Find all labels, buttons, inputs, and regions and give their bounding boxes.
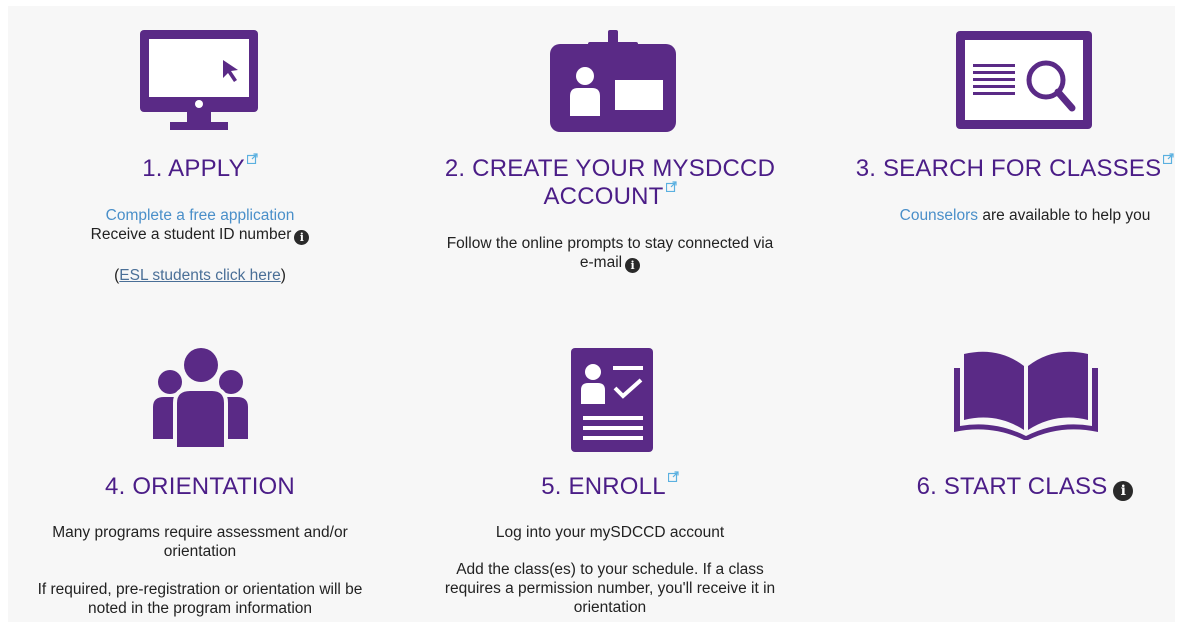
step-2-title-line2[interactable]: ACCOUNT	[543, 183, 663, 210]
step-4-title[interactable]: 4. ORIENTATION	[80, 473, 320, 501]
student-id-text: Receive a student ID number	[90, 226, 292, 243]
id-badge-icon	[550, 30, 676, 132]
step-2-title-line1[interactable]: 2. CREATE YOUR MYSDCCD	[420, 155, 800, 183]
step-6-title[interactable]: 6. START CLASS i	[890, 473, 1160, 501]
computer-monitor-icon	[140, 30, 258, 130]
group-people-icon	[153, 348, 248, 451]
info-icon[interactable]: i	[1113, 481, 1134, 501]
step-3-title[interactable]: 3. SEARCH FOR CLASSES	[840, 153, 1181, 183]
step-5-title-text[interactable]: 5. ENROLL	[541, 473, 666, 500]
info-icon[interactable]: i	[294, 230, 310, 245]
counselors-link[interactable]: Counselors	[900, 207, 978, 224]
step-2-title[interactable]: 2. CREATE YOUR MYSDCCD ACCOUNT	[420, 155, 800, 211]
step-4-description: Many programs require assessment and/or …	[37, 524, 363, 617]
step-5-title[interactable]: 5. ENROLL	[510, 471, 710, 501]
step-4-title-text[interactable]: 4. ORIENTATION	[105, 473, 295, 500]
step-3-description: Counselors are available to help you	[899, 207, 1151, 224]
esl-students-link[interactable]: ESL students click here	[119, 267, 280, 284]
step-3-title-text[interactable]: 3. SEARCH FOR CLASSES	[856, 155, 1162, 182]
external-link-icon	[246, 153, 258, 164]
step-6-title-text[interactable]: 6. START CLASS	[917, 473, 1108, 500]
step-1-title-text[interactable]: 1. APPLY	[142, 155, 245, 182]
external-link-icon	[667, 471, 679, 482]
step-1-title[interactable]: 1. APPLY	[100, 153, 300, 183]
info-icon[interactable]: i	[625, 258, 641, 273]
step-1-description: Complete a free application Receive a st…	[40, 206, 360, 285]
step-2-description: Follow the online prompts to stay connec…	[446, 235, 774, 273]
open-book-icon	[954, 351, 1098, 440]
external-link-icon	[665, 181, 677, 192]
step-5-description: Log into your mySDCCD account Add the cl…	[444, 524, 776, 616]
complete-application-link[interactable]: Complete a free application	[106, 207, 295, 224]
external-link-icon	[1163, 153, 1174, 164]
search-document-icon	[956, 31, 1092, 129]
checklist-profile-icon	[571, 348, 653, 452]
